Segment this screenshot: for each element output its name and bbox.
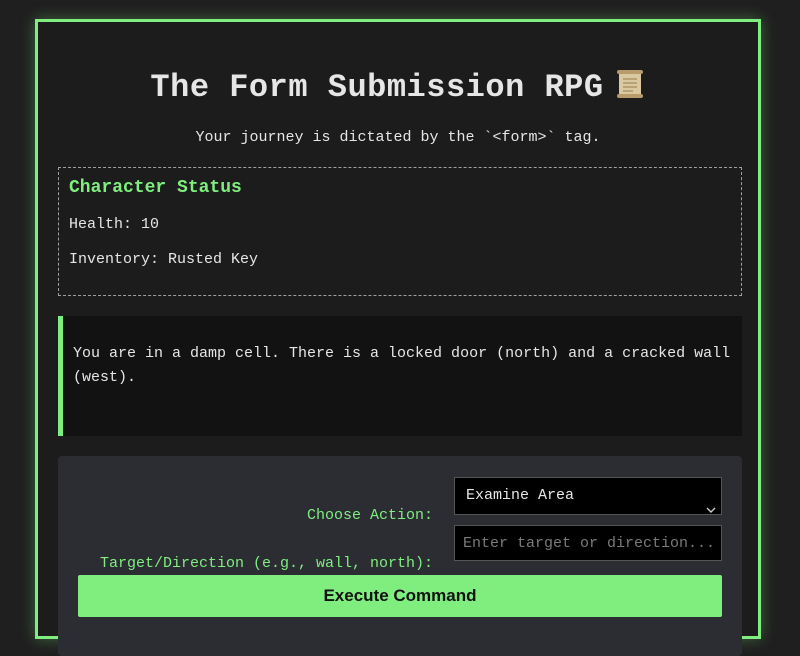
page-title-row: The Form Submission RPG (38, 68, 758, 110)
page-subtitle: Your journey is dictated by the `<form>`… (195, 129, 601, 146)
command-form: Choose Action: Examine Area Target/Direc… (58, 456, 742, 656)
game-frame: The Form Submission RPG Your journey is … (35, 19, 761, 656)
target-input[interactable] (454, 525, 722, 561)
character-status-panel: Character Status Health: 10 Inventory: R… (58, 167, 742, 296)
execute-command-button[interactable]: Execute Command (78, 575, 722, 617)
health-readout: Health: 10 (69, 216, 160, 233)
chevron-down-icon (706, 493, 716, 529)
action-select-value: Examine Area (466, 487, 575, 504)
page-title: The Form Submission RPG (150, 69, 604, 106)
action-select[interactable]: Examine Area (454, 477, 722, 515)
scroll-icon (614, 68, 646, 110)
action-label: Choose Action: (306, 507, 433, 524)
target-label: Target/Direction (e.g., wall, north): (99, 555, 433, 572)
narration-box: You are in a damp cell. There is a locke… (58, 316, 742, 436)
inventory-readout: Inventory: Rusted Key (69, 251, 259, 268)
status-heading: Character Status (69, 178, 242, 198)
narration-text: You are in a damp cell. There is a locke… (73, 345, 731, 386)
